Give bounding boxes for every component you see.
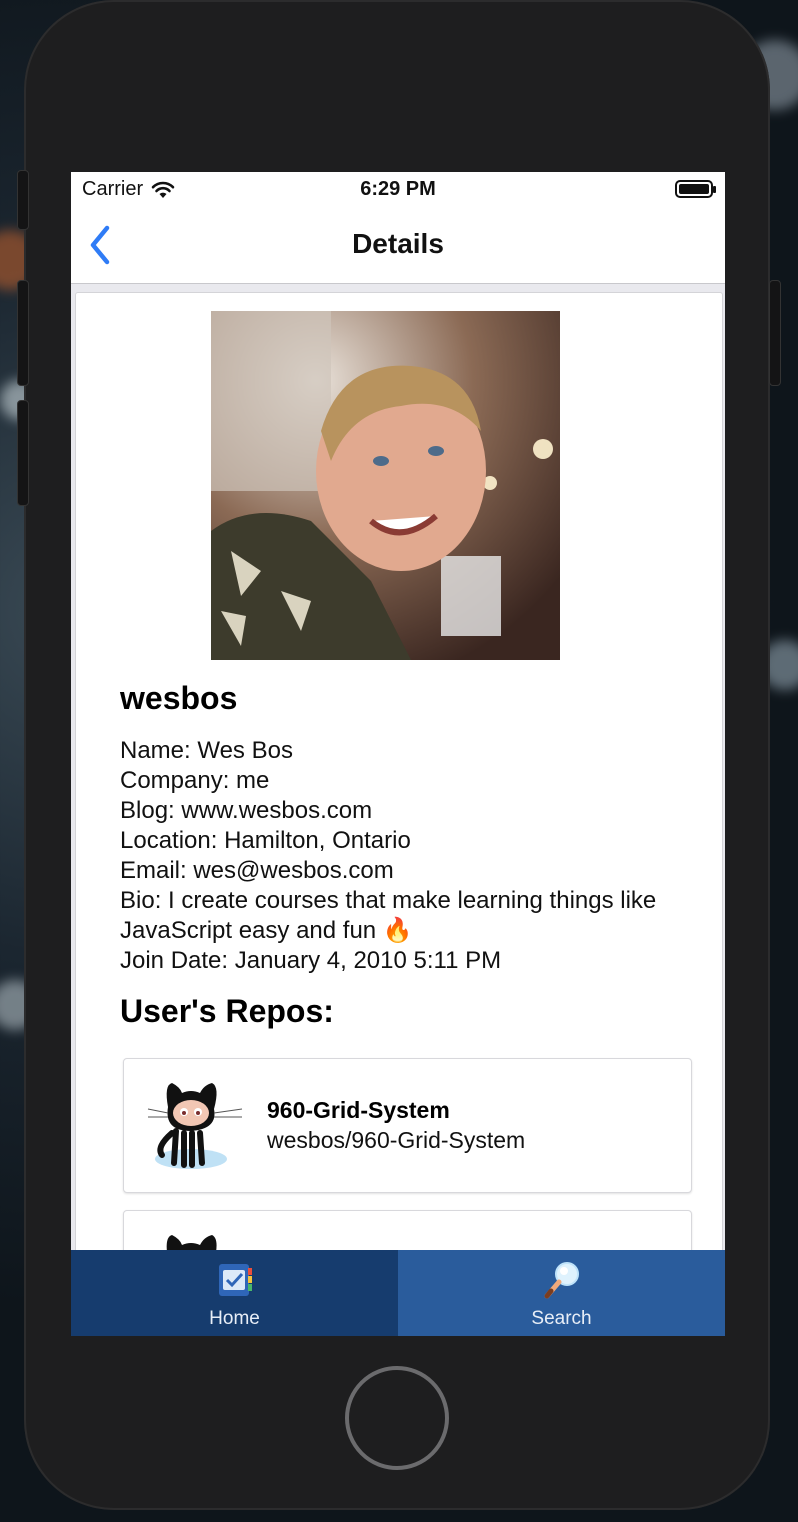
notebook-check-icon	[218, 1264, 252, 1296]
profile-info: Name: Wes Bos Company: me Blog: www.wesb…	[120, 736, 710, 976]
repo-name: 960-Grid-System	[267, 1097, 450, 1123]
tab-search-label: Search	[531, 1308, 592, 1329]
email-field: Email: wes@wesbos.com	[120, 857, 394, 884]
status-bar: Carrier 6:29 PM	[71, 172, 725, 208]
power-button	[769, 280, 781, 386]
company-field: Company: me	[120, 767, 270, 794]
battery-icon	[675, 180, 716, 198]
join-date-field: Join Date: January 4, 2010 5:11 PM	[120, 947, 502, 974]
blog-field: Blog: www.wesbos.com	[120, 797, 373, 824]
bio-field: Bio: I create courses that make learning…	[120, 887, 657, 944]
mute-switch	[17, 170, 29, 230]
name-field: Name: Wes Bos	[120, 737, 293, 764]
username: wesbos	[120, 680, 238, 716]
repos-heading: User's Repos:	[120, 993, 334, 1029]
app-screen: Carrier 6:29 PM Details wesbos Name: Wes…	[71, 172, 725, 1336]
tab-home-label: Home	[209, 1308, 260, 1329]
location-field: Location: Hamilton, Ontario	[120, 827, 411, 854]
tab-home[interactable]: Home	[71, 1250, 398, 1336]
volume-down-button	[17, 400, 29, 506]
home-button[interactable]	[345, 1366, 449, 1470]
tab-bar: Home Search	[71, 1250, 725, 1336]
tab-search[interactable]: Search	[398, 1250, 725, 1336]
details-card: wesbos Name: Wes Bos Company: me Blog: w…	[75, 292, 723, 1336]
clock: 6:29 PM	[360, 178, 436, 200]
navigation-bar: Details	[71, 208, 725, 284]
magnifier-icon	[544, 1262, 579, 1299]
avatar	[211, 311, 560, 660]
octocat-icon	[147, 1083, 243, 1169]
repo-full-name: wesbos/960-Grid-System	[267, 1127, 526, 1153]
repo-card[interactable]: 960-Grid-System wesbos/960-Grid-System	[123, 1058, 692, 1193]
page-title: Details	[352, 228, 444, 259]
volume-up-button	[17, 280, 29, 386]
